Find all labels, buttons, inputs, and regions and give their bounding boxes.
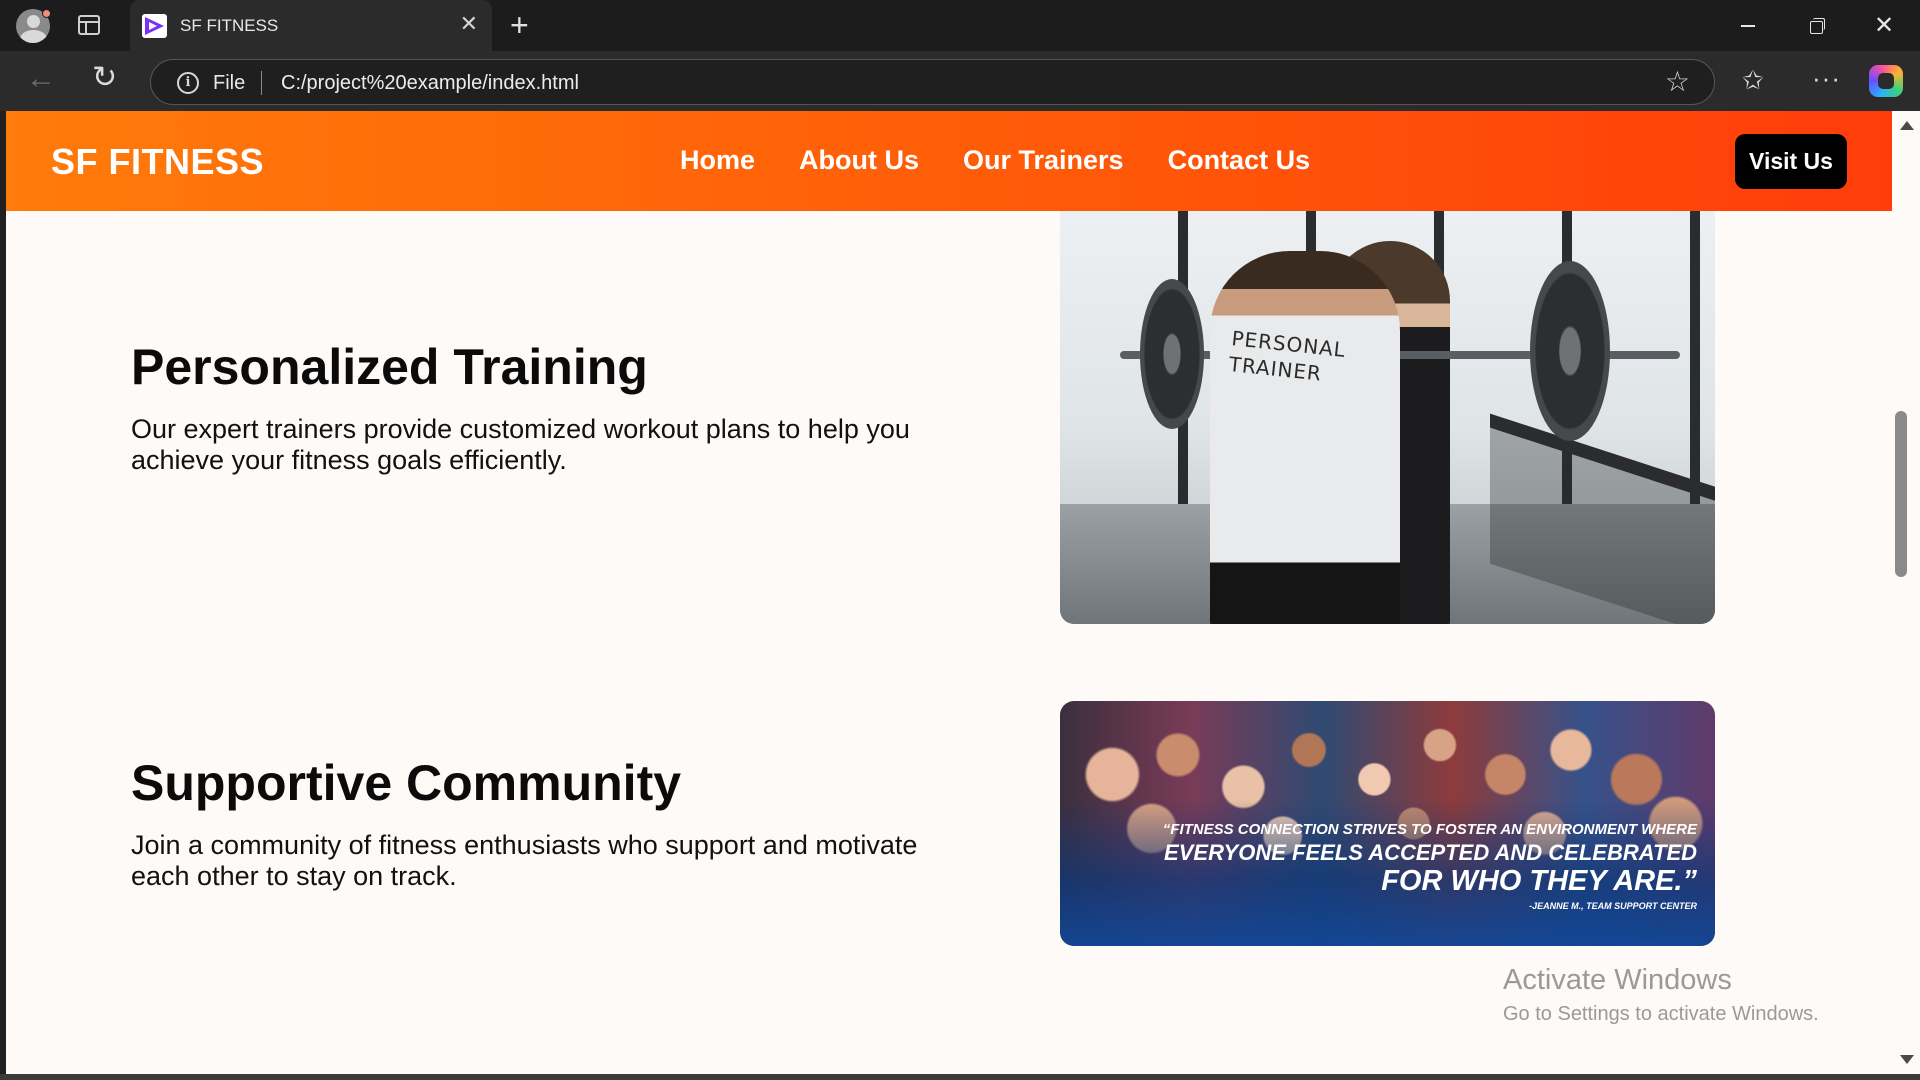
window-bottom-edge xyxy=(0,1074,1920,1080)
favorites-icon[interactable]: ✩ xyxy=(1742,65,1764,95)
info-icon[interactable]: i xyxy=(177,72,199,94)
feature-description: Join a community of fitness enthusiasts … xyxy=(131,830,918,891)
nav-our-trainers[interactable]: Our Trainers xyxy=(963,145,1124,176)
back-icon[interactable]: ← xyxy=(26,62,56,96)
scroll-up-icon[interactable] xyxy=(1900,121,1914,130)
url-text[interactable]: C:/project%20example/index.html xyxy=(281,72,579,95)
quote-line: “FITNESS CONNECTION STRIVES TO FOSTER AN… xyxy=(1162,821,1697,838)
copilot-icon[interactable] xyxy=(1869,65,1903,97)
quote-line: FOR WHO THEY ARE.” xyxy=(1381,865,1697,897)
site-logo[interactable]: SF FITNESS xyxy=(51,141,264,183)
main-nav: Home About Us Our Trainers Contact Us xyxy=(680,145,1310,176)
browser-titlebar: SF FITNESS ✕ + ✕ xyxy=(0,0,1920,51)
nav-contact-us[interactable]: Contact Us xyxy=(1168,145,1311,176)
activate-windows-title: Activate Windows xyxy=(1503,964,1732,996)
address-bar[interactable]: i File C:/project%20example/index.html ☆ xyxy=(150,59,1715,105)
feature-title: Supportive Community xyxy=(131,755,682,811)
minimize-icon[interactable] xyxy=(1714,0,1782,51)
plus-icon[interactable]: + xyxy=(510,8,529,42)
quote-line: EVERYONE FEELS ACCEPTED AND CELEBRATED xyxy=(1164,840,1697,865)
site-header: SF FITNESS Home About Us Our Trainers Co… xyxy=(6,111,1892,211)
feature-description: Our expert trainers provide customized w… xyxy=(131,414,910,475)
page-scrollbar[interactable] xyxy=(1892,111,1920,1074)
star-icon[interactable]: ☆ xyxy=(1665,67,1690,97)
tab-sf-fitness[interactable]: SF FITNESS ✕ xyxy=(130,0,492,51)
nav-about-us[interactable]: About Us xyxy=(799,145,919,176)
favicon-icon xyxy=(142,14,167,38)
nav-home[interactable]: Home xyxy=(680,145,755,176)
address-scheme-label: File xyxy=(213,72,246,94)
restore-icon[interactable] xyxy=(1782,0,1850,51)
tab-actions-icon[interactable] xyxy=(78,15,100,35)
community-image: “FITNESS CONNECTION STRIVES TO FOSTER AN… xyxy=(1060,701,1715,946)
personal-training-image: PERSONAL TRAINER xyxy=(1060,191,1715,624)
close-icon[interactable]: ✕ xyxy=(460,12,478,36)
browser-toolbar: ← ↻ i File C:/project%20example/index.ht… xyxy=(0,51,1920,111)
scroll-thumb[interactable] xyxy=(1895,411,1907,577)
address-separator xyxy=(261,71,262,95)
feature-title: Personalized Training xyxy=(131,339,648,395)
tab-title: SF FITNESS xyxy=(180,16,279,35)
notification-dot xyxy=(42,9,51,18)
reload-icon[interactable]: ↻ xyxy=(92,61,117,95)
more-icon[interactable]: ··· xyxy=(1812,63,1841,93)
window-close-icon[interactable]: ✕ xyxy=(1850,0,1918,51)
visit-us-button[interactable]: Visit Us xyxy=(1735,134,1847,189)
activate-windows-subtitle: Go to Settings to activate Windows. xyxy=(1503,1003,1819,1025)
quote-attribution: -JEANNE M., TEAM SUPPORT CENTER xyxy=(1529,901,1697,911)
scroll-down-icon[interactable] xyxy=(1900,1055,1914,1064)
page-viewport: SF FITNESS Home About Us Our Trainers Co… xyxy=(6,111,1892,1074)
